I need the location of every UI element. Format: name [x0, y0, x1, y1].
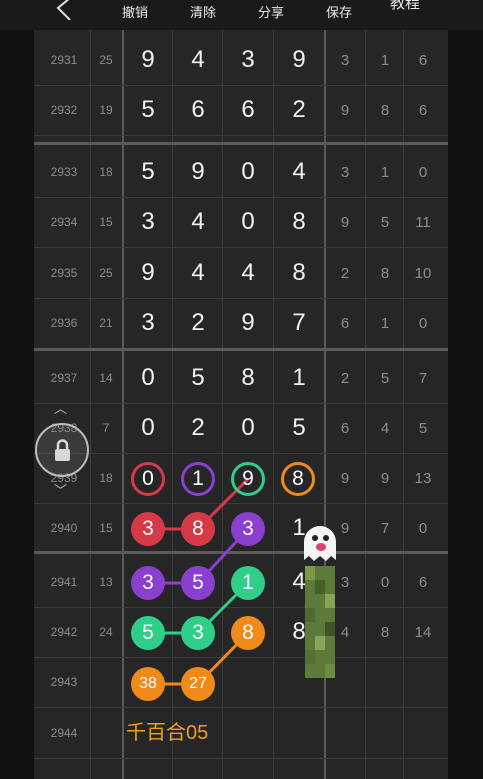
purple-ball[interactable]: 3	[231, 512, 265, 546]
ghost-sticker-icon	[304, 526, 336, 561]
purple-ball[interactable]: 5	[181, 566, 215, 600]
blurred-mosaic	[305, 566, 335, 678]
ring-marker[interactable]: 1	[181, 462, 215, 496]
orange-ball[interactable]: 8	[231, 616, 265, 650]
green-ball[interactable]: 3	[181, 616, 215, 650]
chevron-down-icon[interactable]: ﹀	[54, 480, 67, 499]
chevron-up-icon[interactable]: ︿	[54, 398, 67, 417]
lock-icon	[55, 439, 70, 461]
red-ball[interactable]: 3	[131, 512, 165, 546]
red-ball[interactable]: 8	[181, 512, 215, 546]
green-ball[interactable]: 5	[131, 616, 165, 650]
connector-lines	[148, 477, 250, 686]
green-ball[interactable]: 1	[231, 566, 265, 600]
ring-marker[interactable]: 9	[231, 462, 265, 496]
orange-ball[interactable]: 27	[181, 667, 215, 701]
lock-button[interactable]	[35, 423, 89, 477]
watermark-note: 千百合05	[126, 722, 209, 744]
ring-marker[interactable]: 0	[131, 462, 165, 496]
orange-ball[interactable]: 38	[131, 667, 165, 701]
ring-marker[interactable]: 8	[281, 462, 315, 496]
purple-ball[interactable]: 3	[131, 566, 165, 600]
